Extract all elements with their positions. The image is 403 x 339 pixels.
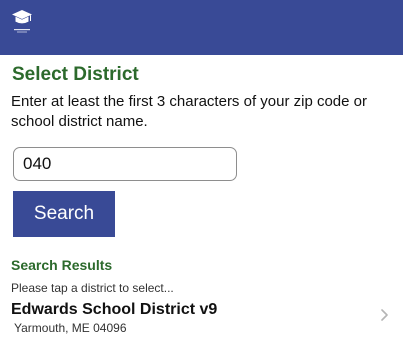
graduation-cap-icon: [12, 10, 32, 33]
search-results-hint: Please tap a district to select...: [11, 281, 174, 295]
app-header-bar: [0, 0, 403, 55]
zip-or-district-search-input[interactable]: [13, 147, 237, 181]
district-address: Yarmouth, ME 04096: [14, 321, 127, 335]
search-instructions: Enter at least the first 3 characters of…: [11, 93, 368, 130]
page-title: Select District: [12, 64, 139, 85]
district-result-item[interactable]: Edwards School District v9 Yarmouth, ME …: [0, 298, 403, 339]
search-results-heading: Search Results: [11, 257, 113, 273]
search-button[interactable]: Search: [13, 191, 115, 237]
district-name: Edwards School District v9: [11, 301, 218, 318]
select-district-screen: Select District Enter at least the first…: [0, 0, 403, 339]
chevron-right-icon: [381, 309, 388, 321]
